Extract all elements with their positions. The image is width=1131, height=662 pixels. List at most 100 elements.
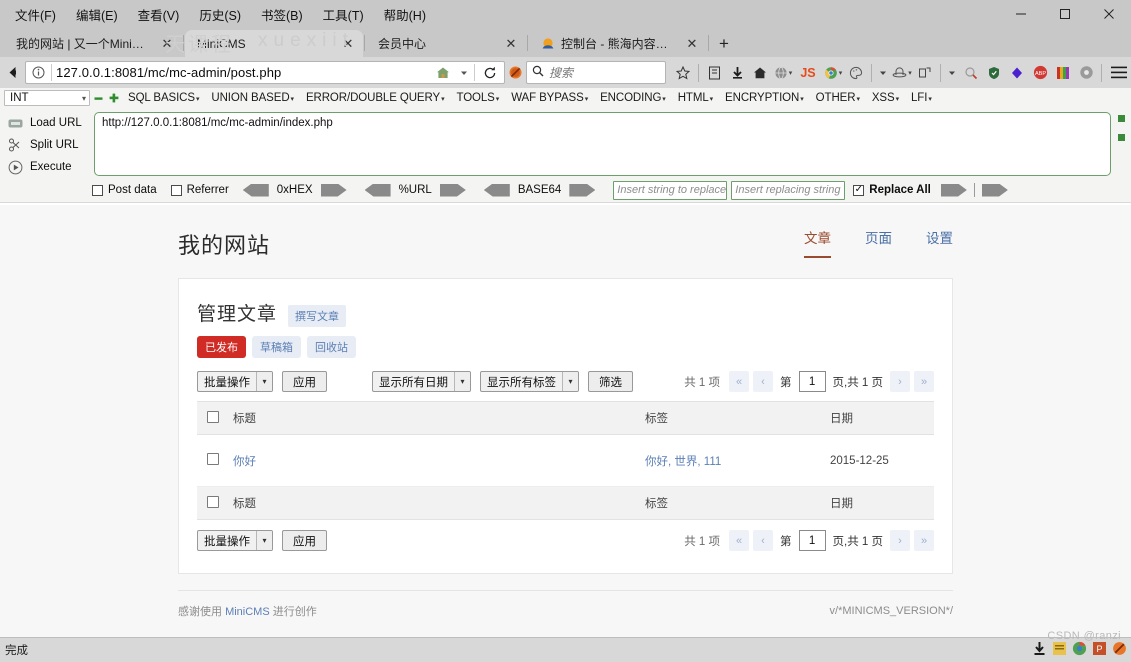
post-title-link[interactable]: 你好 [233, 456, 256, 468]
hackbar-menu-waf-bypass[interactable]: WAF BYPASS▾ [505, 92, 594, 104]
chrome-icon[interactable]: ▾ [822, 61, 844, 85]
abp-icon[interactable]: ABP [1029, 61, 1051, 85]
status-draft-tab[interactable]: 草稿箱 [252, 336, 301, 358]
page-number-input-bottom[interactable]: 1 [798, 530, 826, 551]
referrer-checkbox[interactable] [170, 184, 182, 196]
prev-page-button-bottom[interactable]: ‹ [753, 530, 774, 551]
reload-icon[interactable] [479, 61, 501, 85]
first-page-button-top[interactable]: « [729, 371, 750, 392]
post-tags-link[interactable]: 你好, 世界, 111 [645, 456, 721, 468]
downloads-icon[interactable] [726, 61, 748, 85]
page-info-icon[interactable] [29, 61, 47, 85]
post-data-option[interactable]: Post data [92, 184, 157, 196]
hat-icon[interactable]: ▾ [891, 61, 913, 85]
star-icon[interactable] [672, 61, 694, 85]
status-trash-tab[interactable]: 回收站 [307, 336, 356, 358]
hamburger-menu-icon[interactable] [1106, 61, 1131, 85]
last-page-button-bottom[interactable]: » [914, 530, 934, 551]
minimize-icon[interactable] [999, 0, 1043, 28]
select-all-checkbox[interactable] [207, 410, 219, 423]
status-published-tab[interactable]: 已发布 [197, 336, 246, 358]
search-bar[interactable]: 搜索 [526, 61, 666, 84]
browser-tab-3[interactable]: 会员中心 ✕ [366, 30, 526, 57]
js-icon[interactable]: JS [795, 61, 821, 85]
close-icon[interactable]: ✕ [683, 35, 701, 53]
chevron-down-icon[interactable]: ▾ [839, 69, 843, 77]
menu-item-file[interactable]: 文件(F) [6, 1, 65, 28]
tag-filter-select[interactable]: 显示所有标签 ▾ [480, 371, 579, 392]
menu-item-history[interactable]: 历史(S) [190, 1, 250, 28]
split-url-button[interactable]: Split URL [4, 134, 90, 156]
plus-icon[interactable] [106, 93, 122, 103]
chevron-down-icon[interactable]: ▾ [908, 69, 912, 77]
replace-all-option[interactable]: Replace All [853, 184, 931, 196]
replace-revert-button[interactable] [981, 183, 1008, 197]
globe-icon[interactable]: ▾ [772, 61, 794, 85]
encode-base64-button[interactable] [569, 183, 596, 197]
shield-icon[interactable] [983, 61, 1005, 85]
gear-icon[interactable] [1075, 61, 1097, 85]
blocked-icon[interactable] [508, 61, 523, 85]
browser-tab-1[interactable]: 我的网站 | 又一个MiniCMS网... ✕ [4, 30, 182, 57]
decode-url-button[interactable] [364, 183, 391, 197]
downloads-tray-icon[interactable] [1032, 641, 1047, 656]
chevron-down-icon[interactable]: ▾ [789, 69, 793, 77]
apply-button-top[interactable]: 应用 [282, 371, 327, 392]
close-icon[interactable]: ✕ [502, 35, 520, 53]
close-icon[interactable]: ✕ [158, 35, 176, 53]
nav-item-pages[interactable]: 页面 [865, 227, 892, 258]
minus-icon[interactable] [90, 94, 106, 103]
palette-icon[interactable] [845, 61, 867, 85]
rainbow-icon[interactable] [1052, 61, 1074, 85]
load-url-button[interactable]: Load URL [4, 112, 90, 134]
close-icon[interactable] [1087, 0, 1131, 28]
hackbar-menu-tools[interactable]: TOOLS▾ [450, 92, 505, 104]
nav-item-settings[interactable]: 设置 [926, 227, 953, 258]
chevron-down-icon[interactable] [457, 61, 470, 85]
prev-page-button-top[interactable]: ‹ [753, 371, 774, 392]
filter-button[interactable]: 筛选 [588, 371, 633, 392]
menu-item-edit[interactable]: 编辑(E) [67, 1, 127, 28]
library-icon[interactable] [703, 61, 725, 85]
apply-button-bottom[interactable]: 应用 [282, 530, 327, 551]
menu-item-view[interactable]: 查看(V) [129, 1, 189, 28]
new-tab-button[interactable]: + [710, 31, 738, 57]
home-icon[interactable] [433, 61, 453, 85]
gem-icon[interactable] [1006, 61, 1028, 85]
blocked-tray-icon[interactable] [1112, 641, 1127, 656]
hackbar-menu-xss[interactable]: XSS▾ [866, 92, 905, 104]
decode-hex-button[interactable] [242, 183, 269, 197]
bulk-action-select-bottom[interactable]: 批量操作 ▾ [197, 530, 273, 551]
menu-item-help[interactable]: 帮助(H) [375, 1, 435, 28]
bulk-action-select-top[interactable]: 批量操作 ▾ [197, 371, 273, 392]
page-number-input-top[interactable]: 1 [798, 371, 826, 392]
chevron-down-icon[interactable] [876, 61, 890, 85]
hackbar-menu-html[interactable]: HTML▾ [672, 92, 719, 104]
url-bar[interactable]: 127.0.0.1:8081/mc/mc-admin/post.php [25, 61, 505, 84]
decode-base64-button[interactable] [483, 183, 510, 197]
minicms-link[interactable]: MiniCMS [225, 606, 270, 618]
notepad-tray-icon[interactable] [1052, 641, 1067, 656]
maximize-icon[interactable] [1043, 0, 1087, 28]
chrome-tray-icon[interactable] [1072, 641, 1087, 656]
browser-tab-2[interactable]: MiniCMS ✕ [185, 30, 363, 57]
home-icon[interactable] [749, 61, 771, 85]
hackbar-menu-encryption[interactable]: ENCRYPTION▾ [719, 92, 810, 104]
write-post-button[interactable]: 撰写文章 [288, 305, 347, 327]
hackbar-menu-error-double-query[interactable]: ERROR/DOUBLE QUERY▾ [300, 92, 451, 104]
post-data-checkbox[interactable] [92, 184, 103, 196]
hackbar-menu-lfi[interactable]: LFI▾ [905, 92, 938, 104]
hackbar-menu-sql-basics[interactable]: SQL BASICS▾ [122, 92, 205, 104]
menu-item-tools[interactable]: 工具(T) [314, 1, 373, 28]
execute-button[interactable]: Execute [4, 156, 90, 178]
close-icon[interactable]: ✕ [339, 35, 357, 53]
hackbar-url-textarea[interactable]: http://127.0.0.1:8081/mc/mc-admin/index.… [94, 112, 1111, 176]
select-all-checkbox-footer[interactable] [207, 495, 219, 508]
powerpoint-tray-icon[interactable]: P [1092, 641, 1107, 656]
encode-url-button[interactable] [439, 183, 466, 197]
date-filter-select[interactable]: 显示所有日期 ▾ [372, 371, 471, 392]
next-page-button-top[interactable]: › [890, 371, 910, 392]
chevron-down-icon[interactable] [945, 61, 959, 85]
browser-tab-4[interactable]: 控制台 - 熊海内容管理系统 ✕ [529, 30, 707, 57]
hackbar-menu-other[interactable]: OTHER▾ [810, 92, 866, 104]
